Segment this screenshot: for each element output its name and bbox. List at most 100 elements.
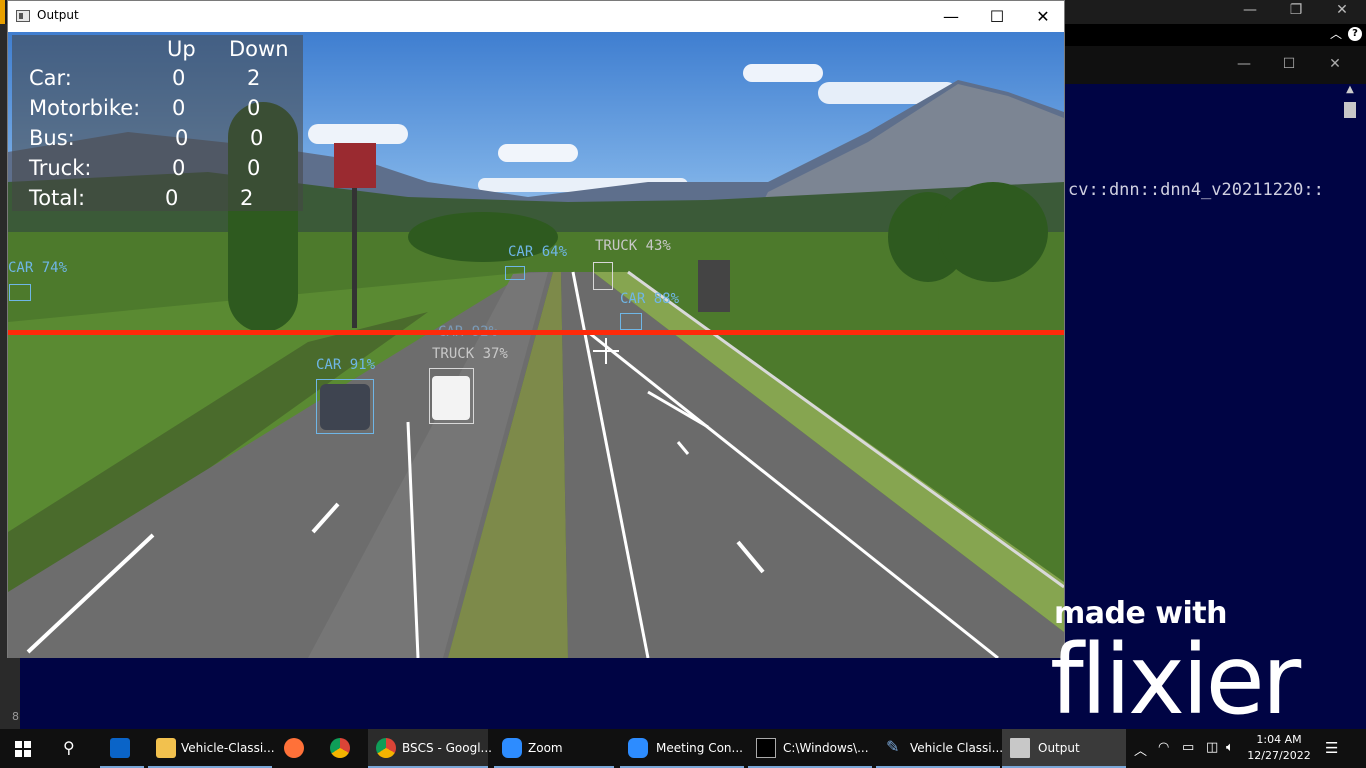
counting-line [8, 330, 1064, 335]
chrome-icon [330, 738, 350, 758]
cmd-icon [756, 738, 776, 758]
taskbar-item-outlook[interactable] [100, 729, 144, 768]
crosshair-cursor-icon [593, 338, 619, 364]
windows-logo-icon [15, 741, 31, 757]
taskbar-item-chrome[interactable] [320, 729, 360, 768]
wifi-icon[interactable]: ◠ [1158, 740, 1169, 768]
detection-label: CAR 88% [620, 291, 680, 307]
stats-row-up: 0 [172, 66, 186, 90]
stats-row-label: Total: [29, 186, 86, 210]
console-scrollbar[interactable]: ▲ [1342, 84, 1358, 724]
minimize-button[interactable]: — [928, 1, 974, 32]
firefox-icon [284, 738, 304, 758]
detection-label: CAR 64% [508, 244, 568, 260]
scroll-up-icon[interactable]: ▲ [1342, 84, 1358, 95]
search-icon: ⚲ [63, 738, 75, 757]
volume-icon[interactable]: 🔈︎ [1226, 740, 1234, 768]
output-titlebar[interactable]: Output — ☐ ✕ [8, 1, 1064, 32]
stats-row-down: 0 [250, 126, 264, 150]
outlook-icon [110, 738, 130, 758]
background-minimize-icon[interactable]: — [1230, 2, 1270, 18]
taskbar-item-firefox[interactable] [274, 729, 314, 768]
background-close-icon[interactable]: ✕ [1322, 2, 1362, 18]
detection-label: TRUCK 43% [595, 238, 671, 254]
zoom-icon [502, 738, 522, 758]
console-output-text: cv::dnn::dnn4_v20211220:: [1068, 180, 1324, 200]
close-button[interactable]: ✕ [1020, 1, 1066, 32]
stats-row-down: 2 [240, 186, 254, 210]
search-button[interactable]: ⚲ [48, 729, 94, 768]
taskbar-item-file-explorer[interactable]: Vehicle-Classi... [148, 729, 275, 768]
detection-box [593, 262, 613, 290]
output-window-icon [16, 10, 30, 22]
taskbar-item-label: BSCS - Googl... [402, 741, 492, 755]
clock-time: 1:04 AM [1256, 733, 1302, 746]
start-button[interactable] [0, 729, 46, 768]
stats-row-up: 0 [165, 186, 179, 210]
zoom-meeting-icon [628, 738, 648, 758]
detection-label: CAR 91% [316, 357, 376, 373]
taskbar-item-label: Vehicle-Classi... [181, 741, 275, 755]
stats-header-down: Down [229, 37, 289, 61]
tree [938, 182, 1048, 282]
console-close-icon[interactable]: ✕ [1315, 56, 1355, 72]
taskbar-item-label: Output [1038, 741, 1080, 755]
show-hidden-icons-icon[interactable]: ︿ [1134, 740, 1147, 768]
taskbar: ⚲ Vehicle-Classi... BSCS - Googl... Zoom… [0, 729, 1366, 768]
console-titlebar: — ☐ ✕ [1064, 46, 1366, 84]
taskbar-item-label: C:\Windows\... [783, 741, 869, 755]
video-frame[interactable]: Up Down Car: 0 2 Motorbike: 0 0 Bus: 0 0… [8, 32, 1064, 658]
folder-icon [156, 738, 176, 758]
taskbar-item-vehicle-classifier[interactable]: ✎ Vehicle Classi... [876, 729, 1004, 768]
console-minimize-icon[interactable]: — [1224, 56, 1264, 72]
stats-row-down: 2 [247, 66, 261, 90]
taskbar-item-label: Meeting Con... [656, 741, 743, 755]
stats-row-label: Car: [29, 66, 72, 90]
stats-row-down: 0 [247, 96, 261, 120]
detection-box [505, 266, 525, 280]
taskbar-item-label: Zoom [528, 741, 563, 755]
output-window-title: Output [37, 8, 79, 22]
stats-row-up: 0 [172, 96, 186, 120]
taskbar-item-label: Vehicle Classi... [910, 741, 1004, 755]
detection-box [9, 284, 31, 301]
dark-car [320, 384, 370, 430]
output-window: Output — ☐ ✕ Up Down Car: 0 2 Motorbike:… [7, 0, 1065, 658]
stats-row-label: Motorbike: [29, 96, 141, 120]
network-icon[interactable]: ◫ [1206, 740, 1218, 768]
collapse-ribbon-icon[interactable]: ︿ [1330, 25, 1342, 42]
taskbar-item-zoom[interactable]: Zoom [494, 729, 614, 768]
battery-icon[interactable]: ▭ [1182, 740, 1194, 768]
system-clock[interactable]: 1:04 AM 12/27/2022 [1244, 732, 1314, 764]
side-number: 8 [12, 710, 19, 723]
output-window-icon [1010, 738, 1030, 758]
white-van [432, 376, 470, 420]
background-restore-icon[interactable]: ❐ [1276, 2, 1316, 18]
ribbon-strip: ︿ ? [1064, 24, 1366, 46]
taskbar-item-output[interactable]: Output [1002, 729, 1126, 768]
maximize-button[interactable]: ☐ [974, 1, 1020, 32]
stats-row-down: 0 [247, 156, 261, 180]
stats-row-up: 0 [175, 126, 189, 150]
chrome-profile-icon [376, 738, 396, 758]
taskbar-item-chrome-bscs[interactable]: BSCS - Googl... [368, 729, 492, 768]
detection-label: TRUCK 37% [432, 346, 508, 362]
road-sign [698, 260, 730, 312]
stats-row-label: Truck: [29, 156, 92, 180]
road-scene [8, 270, 1064, 658]
python-idle-icon: ✎ [886, 737, 900, 756]
help-icon[interactable]: ? [1348, 27, 1362, 41]
taskbar-item-zoom-meeting[interactable]: Meeting Con... [620, 729, 744, 768]
clock-date: 12/27/2022 [1247, 749, 1311, 762]
notifications-icon[interactable]: ☰ [1325, 739, 1338, 768]
scroll-thumb[interactable] [1344, 102, 1356, 118]
billboard-pole [352, 188, 357, 328]
console-maximize-icon[interactable]: ☐ [1269, 56, 1309, 72]
console-area-below [20, 658, 1064, 729]
counting-stats-panel: Up Down Car: 0 2 Motorbike: 0 0 Bus: 0 0… [12, 35, 303, 211]
stats-row-label: Bus: [29, 126, 75, 150]
watermark-flixier: flixier [1050, 624, 1301, 736]
stats-header-up: Up [167, 37, 196, 61]
taskbar-item-cmd[interactable]: C:\Windows\... [748, 729, 872, 768]
billboard [334, 143, 376, 188]
